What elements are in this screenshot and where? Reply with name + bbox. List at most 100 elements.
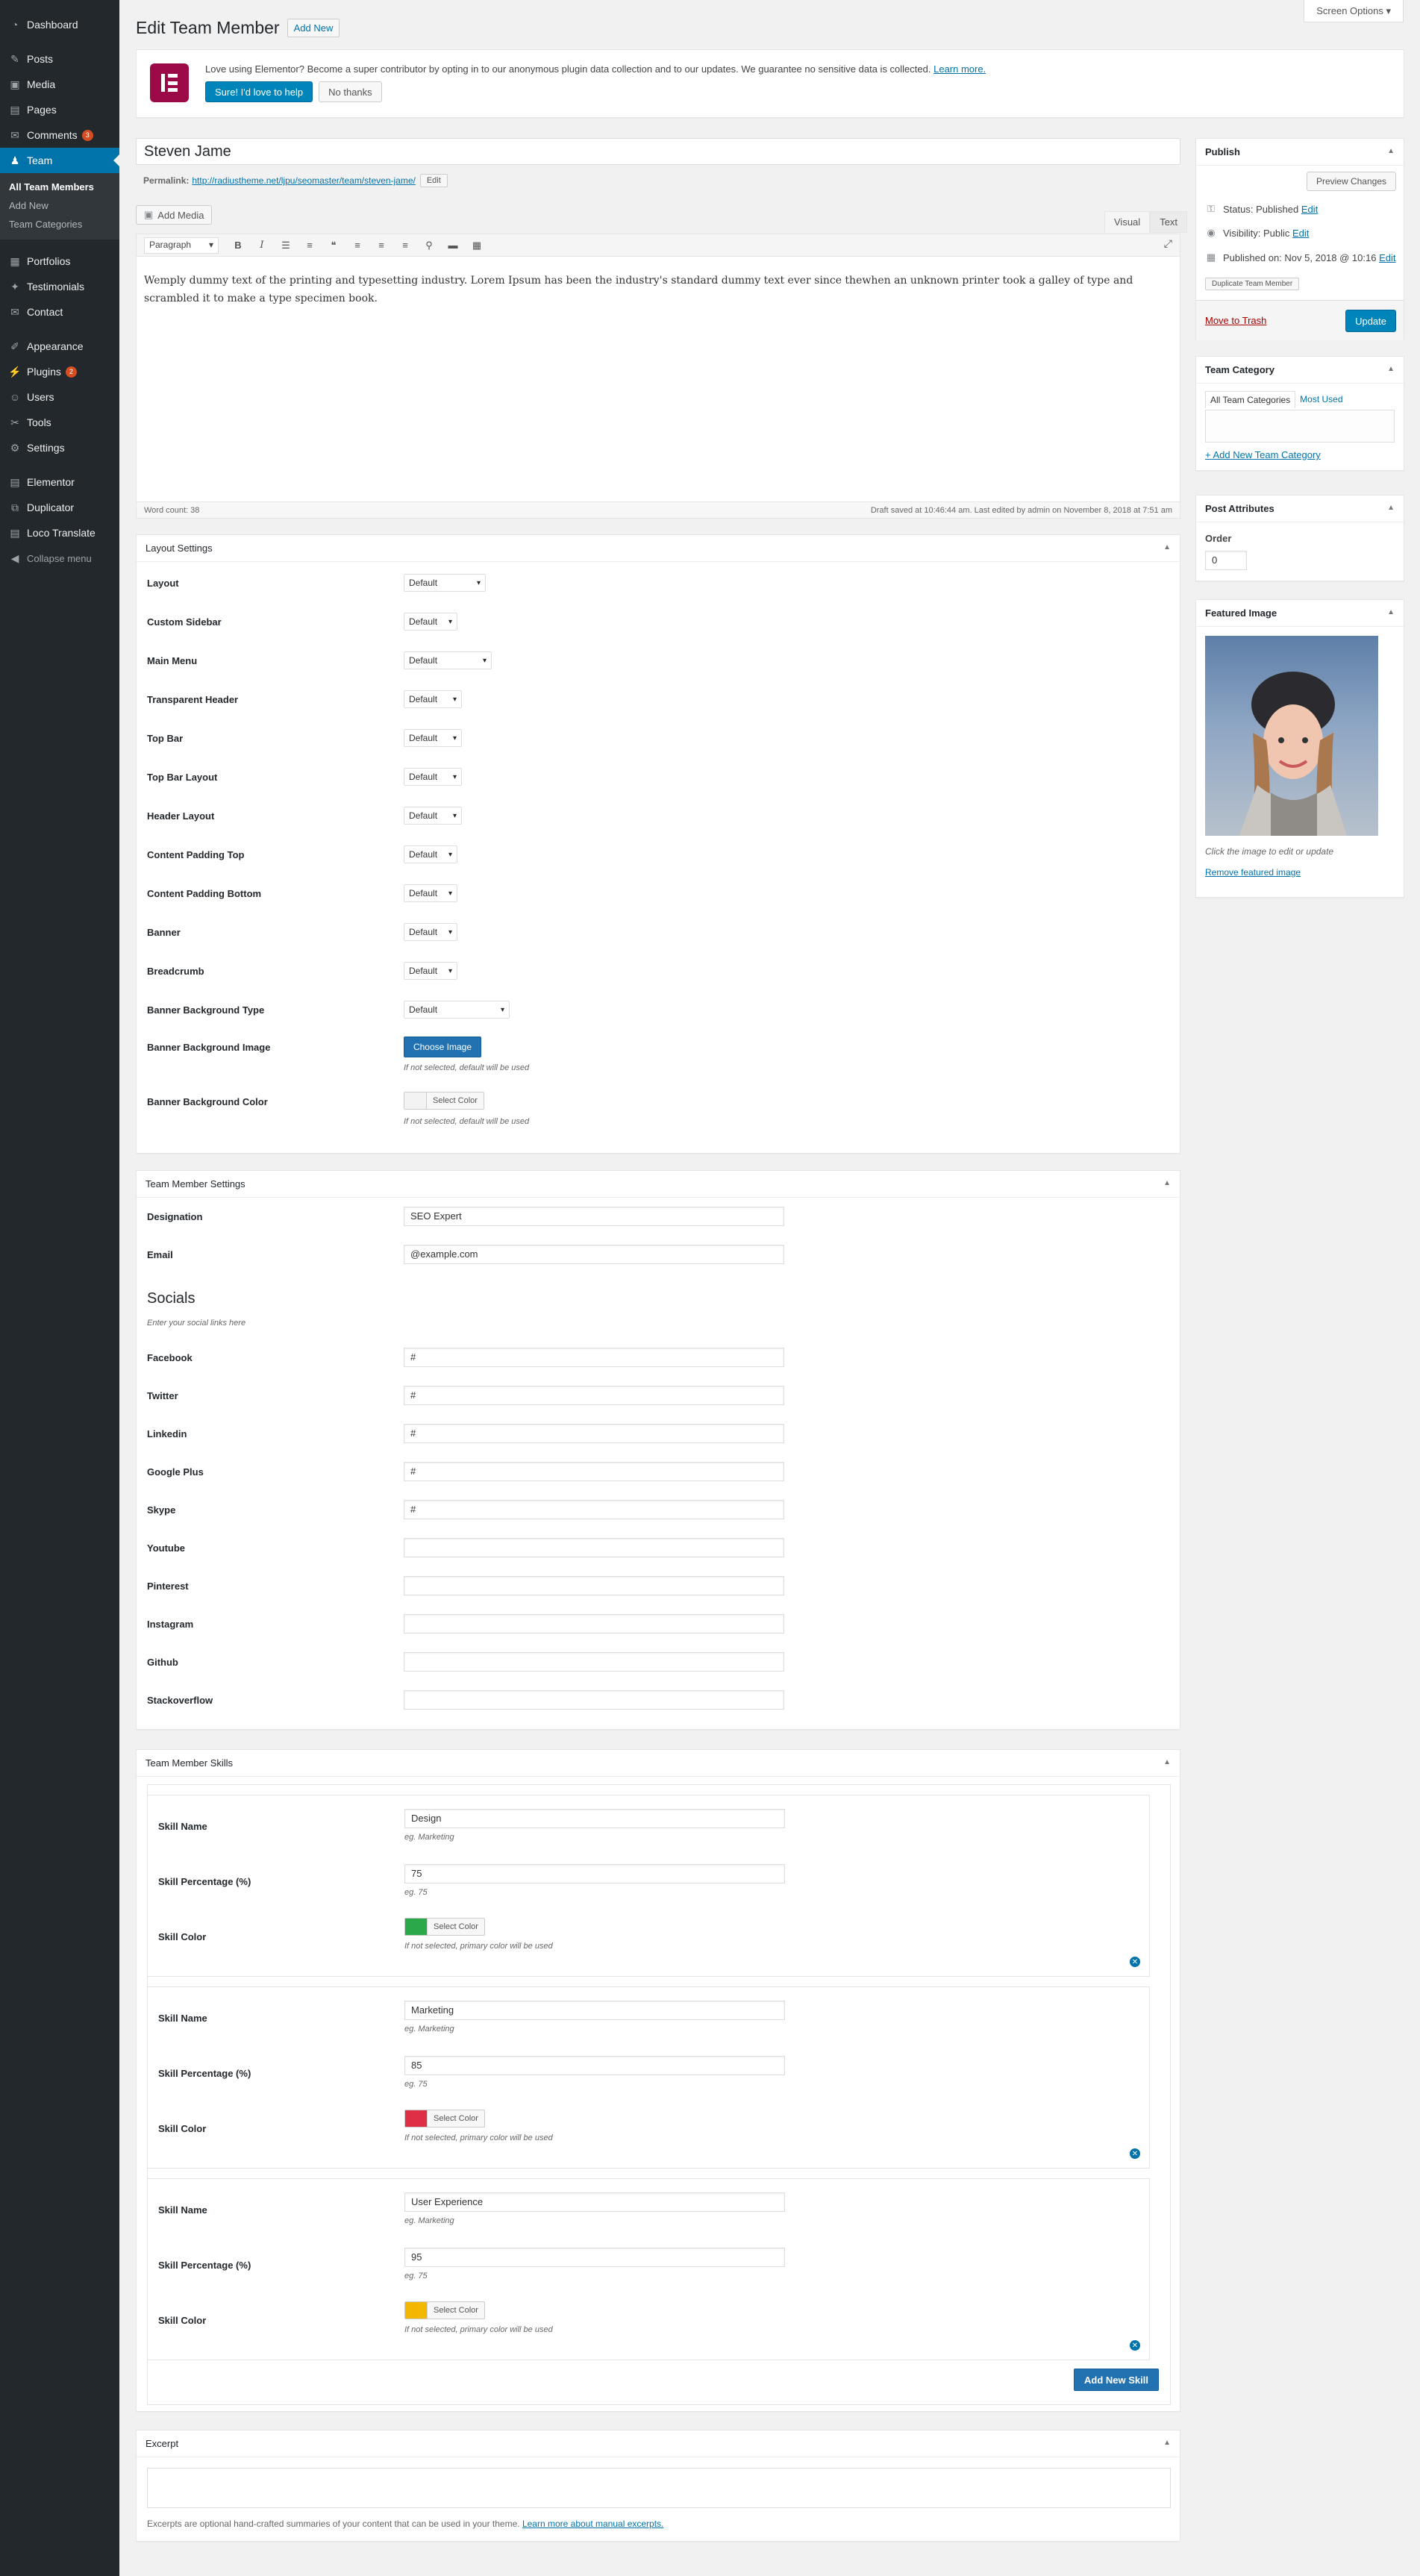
- layout-select-top-bar[interactable]: Default: [404, 729, 462, 747]
- toolbar-toggle-icon[interactable]: ▦: [466, 237, 487, 254]
- sidebar-item-team[interactable]: ♟ Team: [0, 148, 119, 173]
- remove-skill-icon[interactable]: ✕: [1130, 2340, 1140, 2351]
- layout-select-content-padding-top[interactable]: Default: [404, 845, 457, 863]
- bold-icon[interactable]: B: [228, 237, 248, 254]
- excerpt-textarea[interactable]: [147, 2468, 1171, 2508]
- remove-featured-image-link[interactable]: Remove featured image: [1205, 867, 1301, 878]
- align-left-icon[interactable]: ≡: [347, 237, 368, 254]
- permalink-edit-button[interactable]: Edit: [419, 174, 448, 187]
- sidebar-item-comments[interactable]: ✉ Comments 3: [0, 122, 119, 148]
- collapse-icon[interactable]: ▲: [1163, 1179, 1171, 1187]
- stackoverflow-input[interactable]: [404, 1690, 784, 1710]
- skill-percentage-input[interactable]: 75: [404, 1864, 785, 1883]
- bullet-list-icon[interactable]: ☰: [275, 237, 296, 254]
- editor-content[interactable]: Wemply dummy text of the printing and ty…: [137, 257, 1180, 322]
- tab-text[interactable]: Text: [1150, 211, 1188, 233]
- blockquote-icon[interactable]: ❝: [323, 237, 344, 254]
- move-to-trash-link[interactable]: Move to Trash: [1205, 315, 1266, 326]
- layout-select-banner[interactable]: Default: [404, 923, 457, 941]
- sidebar-item-posts[interactable]: ✎ Posts: [0, 46, 119, 72]
- team-member-skills-header[interactable]: Team Member Skills ▲: [137, 1750, 1180, 1777]
- linkedin-input[interactable]: #: [404, 1424, 784, 1443]
- opt-in-button[interactable]: Sure! I'd love to help: [205, 81, 313, 102]
- submenu-item-team-categories[interactable]: Team Categories: [0, 215, 119, 234]
- sidebar-item-users[interactable]: ☺ Users: [0, 384, 119, 410]
- link-icon[interactable]: ⚲: [419, 237, 440, 254]
- sidebar-item-appearance[interactable]: ✐ Appearance: [0, 334, 119, 359]
- layout-select-layout[interactable]: Default: [404, 574, 486, 592]
- pinterest-input[interactable]: [404, 1576, 784, 1595]
- collapse-icon[interactable]: ▲: [1387, 504, 1395, 512]
- layout-select-custom-sidebar[interactable]: Default: [404, 613, 457, 631]
- instagram-input[interactable]: [404, 1614, 784, 1634]
- tab-all-categories[interactable]: All Team Categories: [1205, 391, 1296, 408]
- update-button[interactable]: Update: [1345, 310, 1396, 332]
- banner-color-picker[interactable]: Select Color: [404, 1092, 484, 1110]
- layout-select-top-bar-layout[interactable]: Default: [404, 768, 462, 786]
- email-input[interactable]: @example.com: [404, 1245, 784, 1264]
- status-edit-link[interactable]: Edit: [1301, 204, 1318, 215]
- layout-select-transparent-header[interactable]: Default: [404, 690, 462, 708]
- layout-select-content-padding-bottom[interactable]: Default: [404, 884, 457, 902]
- collapse-icon[interactable]: ▲: [1387, 608, 1395, 616]
- excerpt-header[interactable]: Excerpt ▲: [137, 2430, 1180, 2457]
- skill-color-picker[interactable]: Select Color: [404, 2110, 485, 2128]
- align-center-icon[interactable]: ≡: [371, 237, 392, 254]
- post-title-input[interactable]: Steven Jame: [136, 138, 1180, 165]
- sidebar-item-settings[interactable]: ⚙ Settings: [0, 435, 119, 460]
- featured-image[interactable]: [1205, 636, 1378, 836]
- sidebar-item-loco-translate[interactable]: ▤ Loco Translate: [0, 520, 119, 545]
- sidebar-item-testimonials[interactable]: ✦ Testimonials: [0, 274, 119, 299]
- skype-input[interactable]: #: [404, 1500, 784, 1519]
- collapse-icon[interactable]: ▲: [1163, 1758, 1171, 1766]
- excerpt-learn-more-link[interactable]: Learn more about manual excerpts.: [522, 2519, 663, 2529]
- no-thanks-button[interactable]: No thanks: [319, 81, 382, 102]
- add-new-button[interactable]: Add New: [287, 19, 340, 37]
- choose-image-button[interactable]: Choose Image: [404, 1037, 481, 1057]
- sidebar-item-elementor[interactable]: ▤ Elementor: [0, 469, 119, 495]
- featured-image-header[interactable]: Featured Image ▲: [1196, 600, 1404, 627]
- skill-color-picker[interactable]: Select Color: [404, 1918, 485, 1936]
- visibility-edit-link[interactable]: Edit: [1292, 228, 1309, 239]
- add-media-button[interactable]: ▣ Add Media: [136, 205, 213, 225]
- skill-name-input[interactable]: Marketing: [404, 2001, 785, 2020]
- skill-name-input[interactable]: Design: [404, 1809, 785, 1828]
- sidebar-item-portfolios[interactable]: ▦ Portfolios: [0, 248, 119, 274]
- team-category-header[interactable]: Team Category ▲: [1196, 357, 1404, 384]
- read-more-icon[interactable]: ▬: [442, 237, 463, 254]
- preview-changes-button[interactable]: Preview Changes: [1306, 172, 1396, 191]
- numbered-list-icon[interactable]: ≡: [299, 237, 320, 254]
- sidebar-item-dashboard[interactable]: ◔ Dashboard: [0, 12, 119, 37]
- tab-visual[interactable]: Visual: [1104, 211, 1151, 233]
- google-plus-input[interactable]: #: [404, 1462, 784, 1481]
- layout-select-breadcrumb[interactable]: Default: [404, 962, 457, 980]
- align-right-icon[interactable]: ≡: [395, 237, 416, 254]
- sidebar-item-contact[interactable]: ✉ Contact: [0, 299, 119, 325]
- learn-more-link[interactable]: Learn more.: [933, 63, 986, 75]
- submenu-item-add-new[interactable]: Add New: [0, 196, 119, 215]
- italic-icon[interactable]: I: [251, 237, 272, 254]
- remove-skill-icon[interactable]: ✕: [1130, 2148, 1140, 2159]
- skill-color-picker[interactable]: Select Color: [404, 2301, 485, 2319]
- layout-select-banner-background-type[interactable]: Default: [404, 1001, 510, 1019]
- designation-input[interactable]: SEO Expert: [404, 1207, 784, 1226]
- post-attributes-header[interactable]: Post Attributes ▲: [1196, 495, 1404, 522]
- sidebar-item-tools[interactable]: ✂ Tools: [0, 410, 119, 435]
- submenu-item-all-team-members[interactable]: All Team Members: [0, 178, 119, 196]
- layout-select-main-menu[interactable]: Default: [404, 651, 492, 669]
- facebook-input[interactable]: #: [404, 1348, 784, 1367]
- skill-percentage-input[interactable]: 85: [404, 2056, 785, 2075]
- add-new-skill-button[interactable]: Add New Skill: [1074, 2369, 1159, 2391]
- duplicate-button[interactable]: Duplicate Team Member: [1205, 278, 1300, 290]
- skill-name-input[interactable]: User Experience: [404, 2192, 785, 2212]
- publish-header[interactable]: Publish ▲: [1196, 139, 1404, 166]
- tab-most-used[interactable]: Most Used: [1295, 391, 1347, 408]
- remove-skill-icon[interactable]: ✕: [1130, 1957, 1140, 1967]
- fullscreen-icon[interactable]: ⤢: [1164, 237, 1172, 250]
- permalink-link[interactable]: http://radiustheme.net/ljpu/seomaster/te…: [192, 175, 415, 186]
- layout-settings-header[interactable]: Layout Settings ▲: [137, 535, 1180, 562]
- layout-select-header-layout[interactable]: Default: [404, 807, 462, 825]
- twitter-input[interactable]: #: [404, 1386, 784, 1405]
- collapse-icon[interactable]: ▲: [1163, 2439, 1171, 2447]
- github-input[interactable]: [404, 1652, 784, 1672]
